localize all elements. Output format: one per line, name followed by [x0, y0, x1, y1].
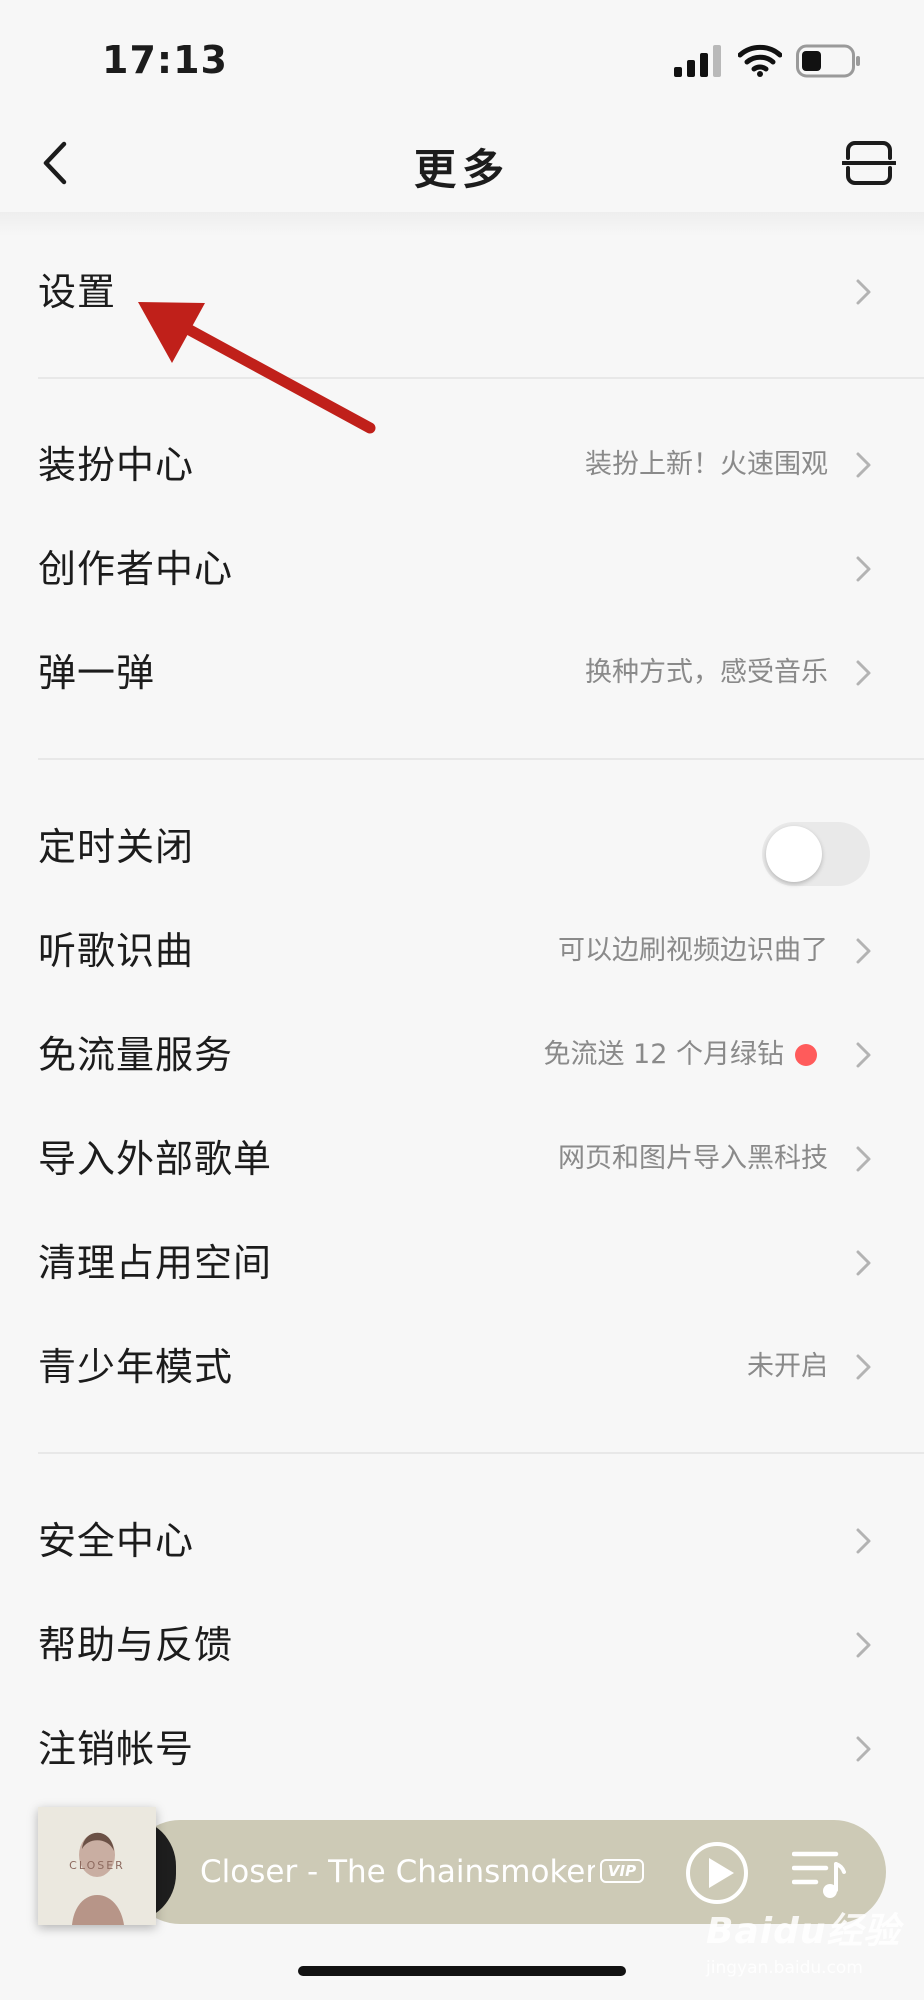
menu-item-label: 清理占用空间	[38, 1241, 273, 1285]
menu-item-free-data-service[interactable]: 免流量服务 免流送 12 个月绿钻	[0, 1003, 924, 1107]
menu-item-label: 青少年模式	[38, 1345, 234, 1389]
chevron-right-icon	[856, 1146, 871, 1172]
toggle-knob	[766, 826, 822, 882]
menu-item-label: 导入外部歌单	[38, 1137, 273, 1181]
menu-item-song-recognition[interactable]: 听歌识曲 可以边刷视频边识曲了	[0, 899, 924, 1003]
menu-item-tan-yi-tan[interactable]: 弹一弹 换种方式，感受音乐	[0, 621, 924, 725]
section-divider	[38, 758, 924, 760]
menu-item-label: 帮助与反馈	[38, 1623, 234, 1667]
wifi-icon	[738, 44, 782, 77]
chevron-right-icon	[856, 1042, 871, 1068]
chevron-right-icon	[856, 1736, 871, 1762]
menu-item-label: 弹一弹	[38, 651, 156, 695]
scan-button[interactable]	[842, 140, 896, 186]
nav-bar: 更多	[0, 110, 924, 215]
menu-item-teen-mode[interactable]: 青少年模式 未开启	[0, 1315, 924, 1419]
chevron-right-icon	[856, 556, 871, 582]
menu-item-creator-center[interactable]: 创作者中心	[0, 517, 924, 621]
menu-item-help-feedback[interactable]: 帮助与反馈	[0, 1593, 924, 1697]
status-bar: 17:13	[0, 0, 924, 110]
section-divider	[38, 1452, 924, 1454]
menu-item-hint: 可以边刷视频边识曲了	[558, 935, 828, 966]
chevron-right-icon	[856, 452, 871, 478]
play-button[interactable]	[684, 1840, 750, 1906]
section-divider	[38, 377, 924, 379]
menu-item-import-playlist[interactable]: 导入外部歌单 网页和图片导入黑科技	[0, 1107, 924, 1211]
chevron-right-icon	[856, 279, 871, 305]
nav-shadow	[0, 212, 924, 236]
menu-item-hint: 网页和图片导入黑科技	[558, 1143, 828, 1174]
menu-item-hint: 换种方式，感受音乐	[585, 657, 828, 688]
notification-dot	[795, 1044, 817, 1066]
playlist-icon[interactable]	[792, 1848, 846, 1900]
vip-badge: VIP	[600, 1859, 644, 1883]
status-time: 17:13	[102, 38, 228, 82]
menu-item-label: 创作者中心	[38, 547, 234, 591]
menu-item-security-center[interactable]: 安全中心	[0, 1489, 924, 1593]
chevron-right-icon	[856, 1354, 871, 1380]
menu-item-clear-storage[interactable]: 清理占用空间	[0, 1211, 924, 1315]
menu-item-label: 装扮中心	[38, 443, 195, 487]
menu-item-hint: 装扮上新！火速围观	[585, 449, 828, 480]
sleep-timer-toggle[interactable]	[762, 822, 870, 886]
now-playing-title[interactable]: Closer - The Chainsmokers	[200, 1820, 595, 1924]
chevron-right-icon	[856, 1250, 871, 1276]
menu-item-delete-account[interactable]: 注销帐号	[0, 1697, 924, 1801]
menu-item-settings[interactable]: 设置	[0, 240, 924, 344]
menu-item-label: 设置	[38, 270, 117, 314]
menu-item-label: 定时关闭	[38, 825, 195, 869]
watermark-url: jingyan.baidu.com	[706, 1958, 863, 1978]
menu-item-hint: 免流送 12 个月绿钻	[543, 1039, 784, 1070]
menu-item-label: 听歌识曲	[38, 929, 195, 973]
chevron-right-icon	[856, 1632, 871, 1658]
menu-item-dress-up-center[interactable]: 装扮中心 装扮上新！火速围观	[0, 413, 924, 517]
cover-title: CLOSER	[69, 1859, 125, 1872]
battery-icon	[796, 44, 860, 78]
menu-item-label: 免流量服务	[38, 1033, 234, 1077]
home-indicator[interactable]	[298, 1966, 626, 1976]
menu-item-label: 注销帐号	[38, 1727, 195, 1771]
chevron-right-icon	[856, 938, 871, 964]
chevron-right-icon	[856, 1528, 871, 1554]
menu-item-hint: 未开启	[747, 1351, 828, 1382]
chevron-right-icon	[856, 660, 871, 686]
menu-item-label: 安全中心	[38, 1519, 195, 1563]
album-cover[interactable]: CLOSER	[38, 1807, 156, 1925]
page-title: 更多	[413, 145, 510, 194]
signal-icon	[674, 45, 721, 77]
